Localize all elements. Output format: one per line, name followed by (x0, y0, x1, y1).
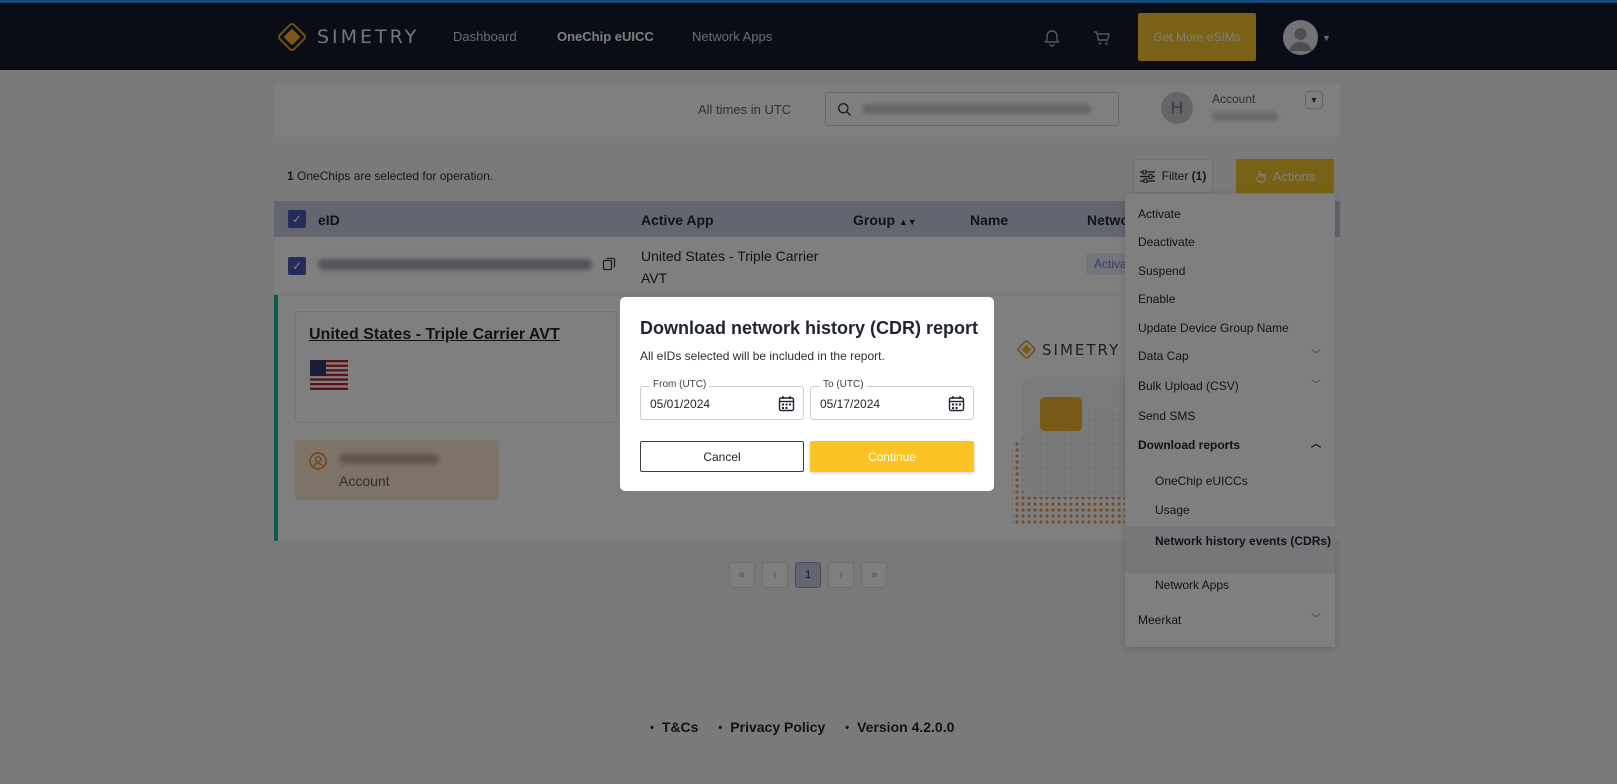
calendar-icon[interactable] (778, 395, 795, 412)
to-date-label: To (UTC) (820, 379, 867, 390)
from-date-label: From (UTC) (650, 379, 710, 390)
from-date-value: 05/01/2024 (650, 397, 711, 411)
from-date-field[interactable]: From (UTC) 05/01/2024 (640, 379, 804, 420)
to-date-value: 05/17/2024 (820, 397, 881, 411)
dialog-title: Download network history (CDR) report (640, 318, 979, 338)
to-date-field[interactable]: To (UTC) 05/17/2024 (810, 379, 974, 420)
calendar-icon[interactable] (948, 395, 965, 412)
cdr-report-dialog: Download network history (CDR) report Al… (620, 297, 994, 491)
continue-button[interactable]: Continue (810, 441, 974, 472)
cancel-button[interactable]: Cancel (640, 441, 804, 472)
dialog-subtitle: All eIDs selected will be included in th… (640, 349, 885, 363)
